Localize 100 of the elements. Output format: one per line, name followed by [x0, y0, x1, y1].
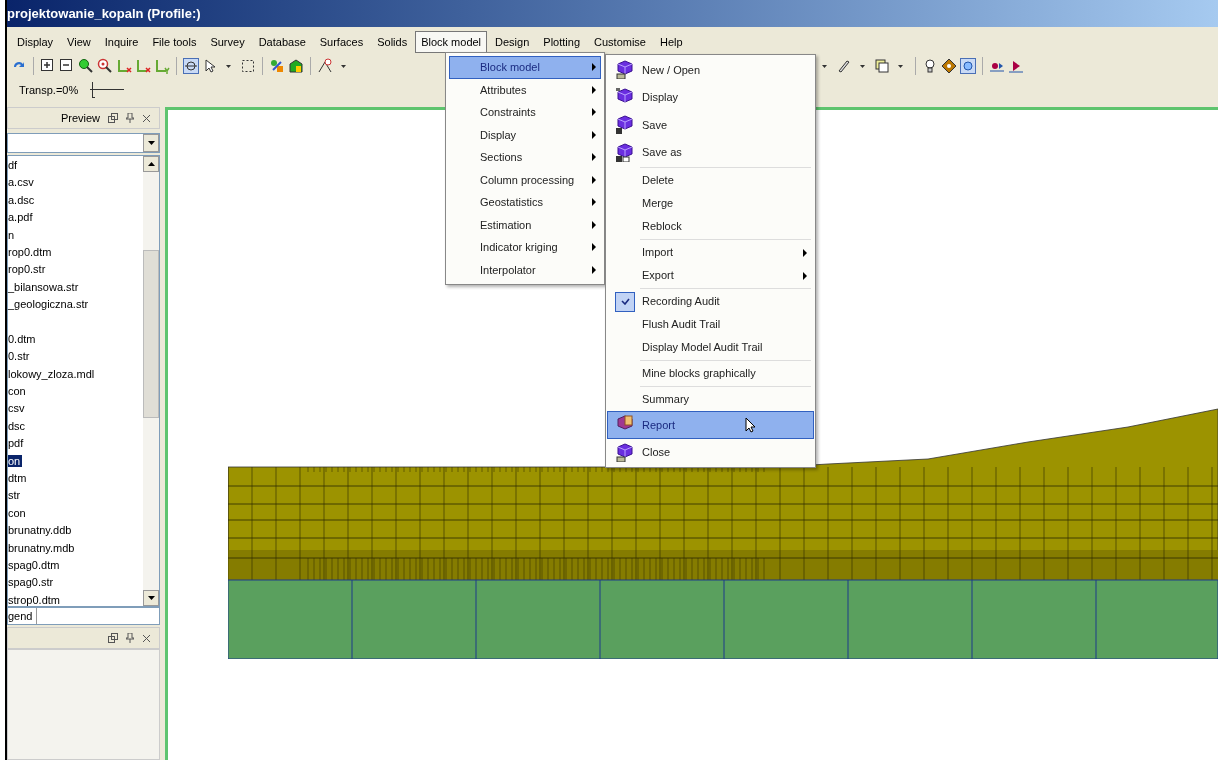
menu-item[interactable]: Geostatistics — [449, 191, 601, 214]
menu-item[interactable]: File tools — [146, 30, 203, 54]
file-item[interactable]: on — [8, 454, 23, 467]
file-item[interactable]: 0.str — [8, 350, 32, 363]
menu-item[interactable]: Delete — [607, 169, 814, 192]
menu-item[interactable]: Sections — [449, 146, 601, 169]
menu-item[interactable]: Display — [607, 83, 814, 111]
file-item[interactable]: pdf — [8, 437, 26, 450]
float-icon[interactable] — [108, 633, 118, 643]
close-icon[interactable] — [142, 633, 151, 643]
scroll-down-button[interactable] — [143, 590, 159, 606]
file-item[interactable]: _bilansowa.str — [8, 280, 81, 293]
layers-icon[interactable] — [874, 58, 890, 74]
axis-icon[interactable] — [135, 58, 151, 74]
checkmark-box[interactable] — [615, 291, 635, 312]
menu-item[interactable]: Plotting — [537, 30, 586, 54]
legend-field[interactable]: gend — [8, 607, 38, 625]
magnifier-icon[interactable] — [78, 58, 94, 74]
menu-item[interactable]: Column processing — [449, 168, 601, 191]
scrollbar[interactable] — [143, 156, 159, 606]
file-item[interactable]: a.csv — [8, 176, 36, 189]
file-item[interactable]: strop0.dtm — [8, 593, 62, 606]
lightbulb-icon[interactable] — [922, 58, 938, 74]
menu-item[interactable]: Design — [489, 30, 536, 54]
menu-item[interactable]: Close — [607, 438, 814, 466]
menu-item[interactable]: Display — [11, 30, 60, 54]
menu-item[interactable]: Import — [607, 241, 814, 264]
house-icon[interactable] — [288, 58, 304, 74]
pointer-icon[interactable] — [202, 58, 218, 74]
file-item[interactable]: str — [8, 489, 23, 502]
menu-item[interactable]: Customise — [588, 30, 652, 54]
menu-item[interactable]: Attributes — [449, 78, 601, 101]
menu-item[interactable]: Constraints — [449, 101, 601, 124]
menu-item[interactable]: Recording Audit — [607, 290, 814, 313]
pencil-icon[interactable] — [836, 58, 852, 74]
file-item[interactable]: 0.dtm — [8, 332, 38, 345]
file-item[interactable]: df — [8, 159, 20, 171]
menu-item[interactable]: Display — [449, 123, 601, 146]
target-icon[interactable] — [960, 58, 976, 74]
file-item[interactable]: dsc — [8, 419, 28, 432]
pin-icon[interactable] — [126, 633, 134, 643]
menu-item[interactable]: Surfaces — [313, 30, 370, 54]
menu-item[interactable]: Display Model Audit Trail — [607, 336, 814, 359]
file-item[interactable]: a.dsc — [8, 193, 37, 206]
file-item[interactable]: rop0.dtm — [8, 245, 54, 258]
file-item[interactable]: con — [8, 385, 28, 398]
menu-item[interactable]: Block model — [415, 30, 488, 54]
dropdown-button[interactable] — [143, 134, 159, 152]
close-icon[interactable] — [142, 113, 151, 123]
menu-item[interactable]: Indicator kriging — [449, 236, 601, 259]
menu-item[interactable]: Save as — [607, 138, 814, 166]
menu-item[interactable]: Summary — [607, 388, 814, 411]
diamond-icon[interactable] — [941, 58, 957, 74]
selection-icon[interactable] — [240, 58, 256, 74]
file-item[interactable]: dtm — [8, 472, 29, 485]
menu-item[interactable]: Mine blocks graphically — [607, 362, 814, 385]
menu-item[interactable]: Merge — [607, 192, 814, 215]
scroll-thumb[interactable] — [143, 250, 159, 418]
file-item[interactable]: lokowy_zloza.mdl — [8, 367, 97, 380]
menu-item[interactable]: View — [61, 30, 97, 54]
file-item[interactable]: a.pdf — [8, 211, 35, 224]
magnifier-icon[interactable] — [97, 58, 113, 74]
file-item[interactable]: spag0.dtm — [8, 559, 62, 571]
shapes-icon[interactable] — [269, 58, 285, 74]
play-icon[interactable] — [1008, 58, 1024, 74]
menu-item[interactable]: Help — [654, 30, 689, 54]
submenu-arrow-icon — [592, 153, 596, 162]
zoom-out-icon[interactable] — [59, 58, 75, 74]
transparency-slider[interactable] — [90, 81, 125, 99]
rotate-icon[interactable] — [183, 58, 199, 74]
menu-item[interactable]: Interpolator — [449, 258, 601, 281]
dropdown-field[interactable] — [7, 133, 160, 153]
caret-icon — [147, 141, 155, 145]
menu-item[interactable]: Survey — [204, 30, 251, 54]
file-item[interactable]: brunatny.ddb — [8, 524, 74, 537]
menu-item[interactable]: Block model — [449, 56, 601, 79]
menu-item[interactable]: Save — [607, 111, 814, 139]
menu-item[interactable]: Database — [252, 30, 312, 54]
pin-icon[interactable] — [126, 113, 134, 123]
menu-item[interactable]: Export — [607, 264, 814, 287]
file-item[interactable]: spag0.str — [8, 576, 56, 589]
axis-icon[interactable] — [116, 58, 132, 74]
slider-thumb[interactable] — [91, 82, 95, 98]
zoom-in-icon[interactable] — [40, 58, 56, 74]
file-item[interactable]: _geologiczna.str — [8, 298, 91, 311]
file-item[interactable]: rop0.str — [8, 263, 48, 276]
file-item[interactable]: con — [8, 506, 28, 519]
menu-item[interactable]: Flush Audit Trail — [607, 313, 814, 336]
menu-item[interactable]: Inquire — [98, 30, 145, 54]
menu-item[interactable]: Report — [607, 411, 814, 439]
menu-item[interactable]: Estimation — [449, 213, 601, 236]
file-item[interactable]: n — [8, 228, 17, 241]
file-item[interactable]: brunatny.mdb — [8, 541, 77, 554]
file-item[interactable]: csv — [8, 402, 27, 415]
menu-item[interactable]: Solids — [371, 30, 414, 54]
menu-item[interactable]: New / Open — [607, 56, 814, 84]
scroll-up-button[interactable] — [143, 156, 159, 172]
triangle-tool-icon[interactable] — [317, 58, 333, 74]
float-icon[interactable] — [108, 113, 118, 123]
menu-item[interactable]: Reblock — [607, 215, 814, 238]
